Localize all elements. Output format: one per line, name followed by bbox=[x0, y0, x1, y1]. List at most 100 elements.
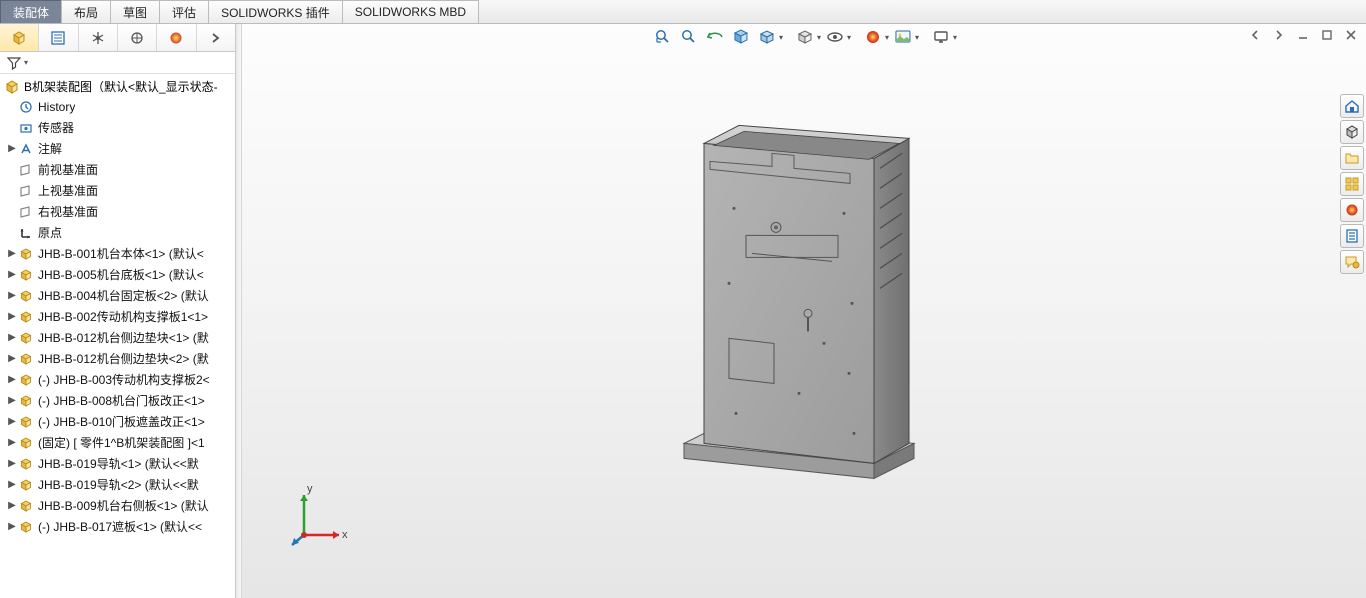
home-icon[interactable] bbox=[1340, 94, 1364, 118]
expand-toggle-icon[interactable]: ▶ bbox=[6, 500, 18, 511]
annot-icon bbox=[18, 141, 34, 157]
hide-show-icon[interactable] bbox=[823, 26, 847, 48]
heads-up-view-toolbar: ▾ ▾ ▾ ▾ ▾ ▾ bbox=[647, 24, 961, 50]
part-icon bbox=[18, 351, 34, 367]
view-settings-icon[interactable] bbox=[929, 26, 953, 48]
expand-toggle-icon[interactable]: ▶ bbox=[6, 353, 18, 364]
tree-item[interactable]: 原点 bbox=[0, 222, 235, 243]
dropdown-arrow-icon[interactable]: ▾ bbox=[915, 33, 919, 42]
filter-dropdown-arrow[interactable]: ▾ bbox=[24, 58, 28, 67]
tree-item-label: JHB-B-004机台固定板<2> (默认 bbox=[38, 287, 209, 304]
expand-toggle-icon[interactable]: ▶ bbox=[6, 248, 18, 259]
expand-toggle-icon[interactable]: ▶ bbox=[6, 311, 18, 322]
design-library-icon[interactable] bbox=[1340, 120, 1364, 144]
tree-item-label: JHB-B-009机台右侧板<1> (默认 bbox=[38, 497, 209, 514]
expand-toggle-icon[interactable]: ▶ bbox=[6, 332, 18, 343]
tree-item[interactable]: ▶JHB-B-005机台底板<1> (默认< bbox=[0, 264, 235, 285]
tree-item-label: (固定) [ 零件1^B机架装配图 ]<1 bbox=[38, 434, 205, 451]
prev-window-icon[interactable] bbox=[1246, 26, 1264, 44]
main-tab-4[interactable]: SOLIDWORKS 插件 bbox=[208, 0, 343, 23]
custom-properties-icon[interactable] bbox=[1340, 224, 1364, 248]
appearances-icon[interactable] bbox=[1340, 198, 1364, 222]
scene-icon[interactable] bbox=[891, 26, 915, 48]
tree-item[interactable]: ▶ JHB-B-009机台右侧板<1> (默认 bbox=[0, 495, 235, 516]
zoom-fit-icon[interactable] bbox=[651, 26, 675, 48]
main-tab-1[interactable]: 布局 bbox=[61, 0, 111, 23]
part-icon bbox=[18, 246, 34, 262]
tree-root[interactable]: B机架装配图（默认<默认_显示状态- bbox=[0, 76, 235, 97]
forum-icon[interactable] bbox=[1340, 250, 1364, 274]
tree-item[interactable]: ▶注解 bbox=[0, 138, 235, 159]
tree-item[interactable]: ▶ (-) JHB-B-010门板遮盖改正<1> bbox=[0, 411, 235, 432]
part-icon bbox=[18, 372, 34, 388]
panel-tab-config-icon[interactable] bbox=[79, 24, 118, 51]
tree-item[interactable]: History bbox=[0, 97, 235, 117]
expand-toggle-icon[interactable]: ▶ bbox=[6, 395, 18, 406]
expand-toggle-icon[interactable]: ▶ bbox=[6, 458, 18, 469]
appearance-icon[interactable] bbox=[861, 26, 885, 48]
main-tab-5[interactable]: SOLIDWORKS MBD bbox=[342, 0, 479, 23]
tree-item[interactable]: ▶ JHB-B-002传动机构支撑板1<1> bbox=[0, 306, 235, 327]
file-explorer-icon[interactable] bbox=[1340, 146, 1364, 170]
main-tab-2[interactable]: 草图 bbox=[110, 0, 160, 23]
tree-item[interactable]: 右视基准面 bbox=[0, 201, 235, 222]
minimize-window-icon[interactable] bbox=[1294, 26, 1312, 44]
dropdown-arrow-icon[interactable]: ▾ bbox=[779, 33, 783, 42]
dropdown-arrow-icon[interactable]: ▾ bbox=[885, 33, 889, 42]
tree-item[interactable]: ▶JHB-B-012机台侧边垫块<2> (默 bbox=[0, 348, 235, 369]
part-icon bbox=[18, 477, 34, 493]
dropdown-arrow-icon[interactable]: ▾ bbox=[817, 33, 821, 42]
zoom-area-icon[interactable] bbox=[677, 26, 701, 48]
tree-item[interactable]: 前视基准面 bbox=[0, 159, 235, 180]
panel-tab-display-icon[interactable] bbox=[118, 24, 157, 51]
expand-toggle-icon[interactable]: ▶ bbox=[6, 521, 18, 532]
expand-toggle-icon[interactable]: ▶ bbox=[6, 374, 18, 385]
expand-toggle-icon[interactable]: ▶ bbox=[6, 437, 18, 448]
tree-item[interactable]: ▶JHB-B-001机台本体<1> (默认< bbox=[0, 243, 235, 264]
next-window-icon[interactable] bbox=[1270, 26, 1288, 44]
maximize-window-icon[interactable] bbox=[1318, 26, 1336, 44]
tree-item[interactable]: ▶JHB-B-012机台侧边垫块<1> (默 bbox=[0, 327, 235, 348]
tree-item[interactable]: ▶(-) JHB-B-017遮板<1> (默认<< bbox=[0, 516, 235, 537]
previous-view-icon[interactable] bbox=[703, 26, 727, 48]
expand-toggle-icon[interactable]: ▶ bbox=[6, 479, 18, 490]
tree-item[interactable]: 传感器 bbox=[0, 117, 235, 138]
tree-item-label: (-) JHB-B-010门板遮盖改正<1> bbox=[38, 413, 205, 430]
panel-tab-strip bbox=[0, 24, 235, 52]
panel-tab-properties-icon[interactable] bbox=[39, 24, 78, 51]
model-rendering bbox=[674, 113, 934, 493]
expand-toggle-icon[interactable]: ▶ bbox=[6, 290, 18, 301]
tree-item-label: (-) JHB-B-008机台门板改正<1> bbox=[38, 392, 205, 409]
main-tab-3[interactable]: 评估 bbox=[159, 0, 209, 23]
tree-item[interactable]: ▶JHB-B-019导轨<2> (默认<<默 bbox=[0, 474, 235, 495]
display-style-icon[interactable] bbox=[793, 26, 817, 48]
filter-icon[interactable] bbox=[6, 55, 22, 71]
plane-icon bbox=[18, 183, 34, 199]
view-orientation-icon[interactable] bbox=[755, 26, 779, 48]
tree-item-label: JHB-B-002传动机构支撑板1<1> bbox=[38, 308, 208, 325]
orientation-triad[interactable]: x y bbox=[284, 480, 354, 550]
dropdown-arrow-icon[interactable]: ▾ bbox=[847, 33, 851, 42]
tree-item[interactable]: ▶ (-) JHB-B-008机台门板改正<1> bbox=[0, 390, 235, 411]
close-window-icon[interactable] bbox=[1342, 26, 1360, 44]
main-tab-0[interactable]: 装配体 bbox=[0, 0, 62, 23]
part-icon bbox=[18, 309, 34, 325]
panel-tab-assembly-icon[interactable] bbox=[0, 24, 39, 51]
panel-tab-more-icon[interactable] bbox=[197, 24, 235, 51]
tree-item[interactable]: ▶ (固定) [ 零件1^B机架装配图 ]<1 bbox=[0, 432, 235, 453]
graphics-viewport[interactable]: ▾ ▾ ▾ ▾ ▾ ▾ bbox=[242, 24, 1366, 598]
expand-toggle-icon[interactable]: ▶ bbox=[6, 416, 18, 427]
tree-item[interactable]: ▶(-) JHB-B-003传动机构支撑板2< bbox=[0, 369, 235, 390]
tree-item-label: 右视基准面 bbox=[38, 203, 98, 220]
tree-item-label: 传感器 bbox=[38, 119, 74, 136]
expand-toggle-icon[interactable]: ▶ bbox=[6, 143, 18, 154]
dropdown-arrow-icon[interactable]: ▾ bbox=[953, 33, 957, 42]
expand-toggle-icon[interactable]: ▶ bbox=[6, 269, 18, 280]
view-palette-icon[interactable] bbox=[1340, 172, 1364, 196]
part-icon bbox=[18, 498, 34, 514]
panel-tab-appearance-icon[interactable] bbox=[157, 24, 196, 51]
tree-item[interactable]: ▶ JHB-B-004机台固定板<2> (默认 bbox=[0, 285, 235, 306]
section-view-icon[interactable] bbox=[729, 26, 753, 48]
tree-item[interactable]: ▶JHB-B-019导轨<1> (默认<<默 bbox=[0, 453, 235, 474]
tree-item[interactable]: 上视基准面 bbox=[0, 180, 235, 201]
